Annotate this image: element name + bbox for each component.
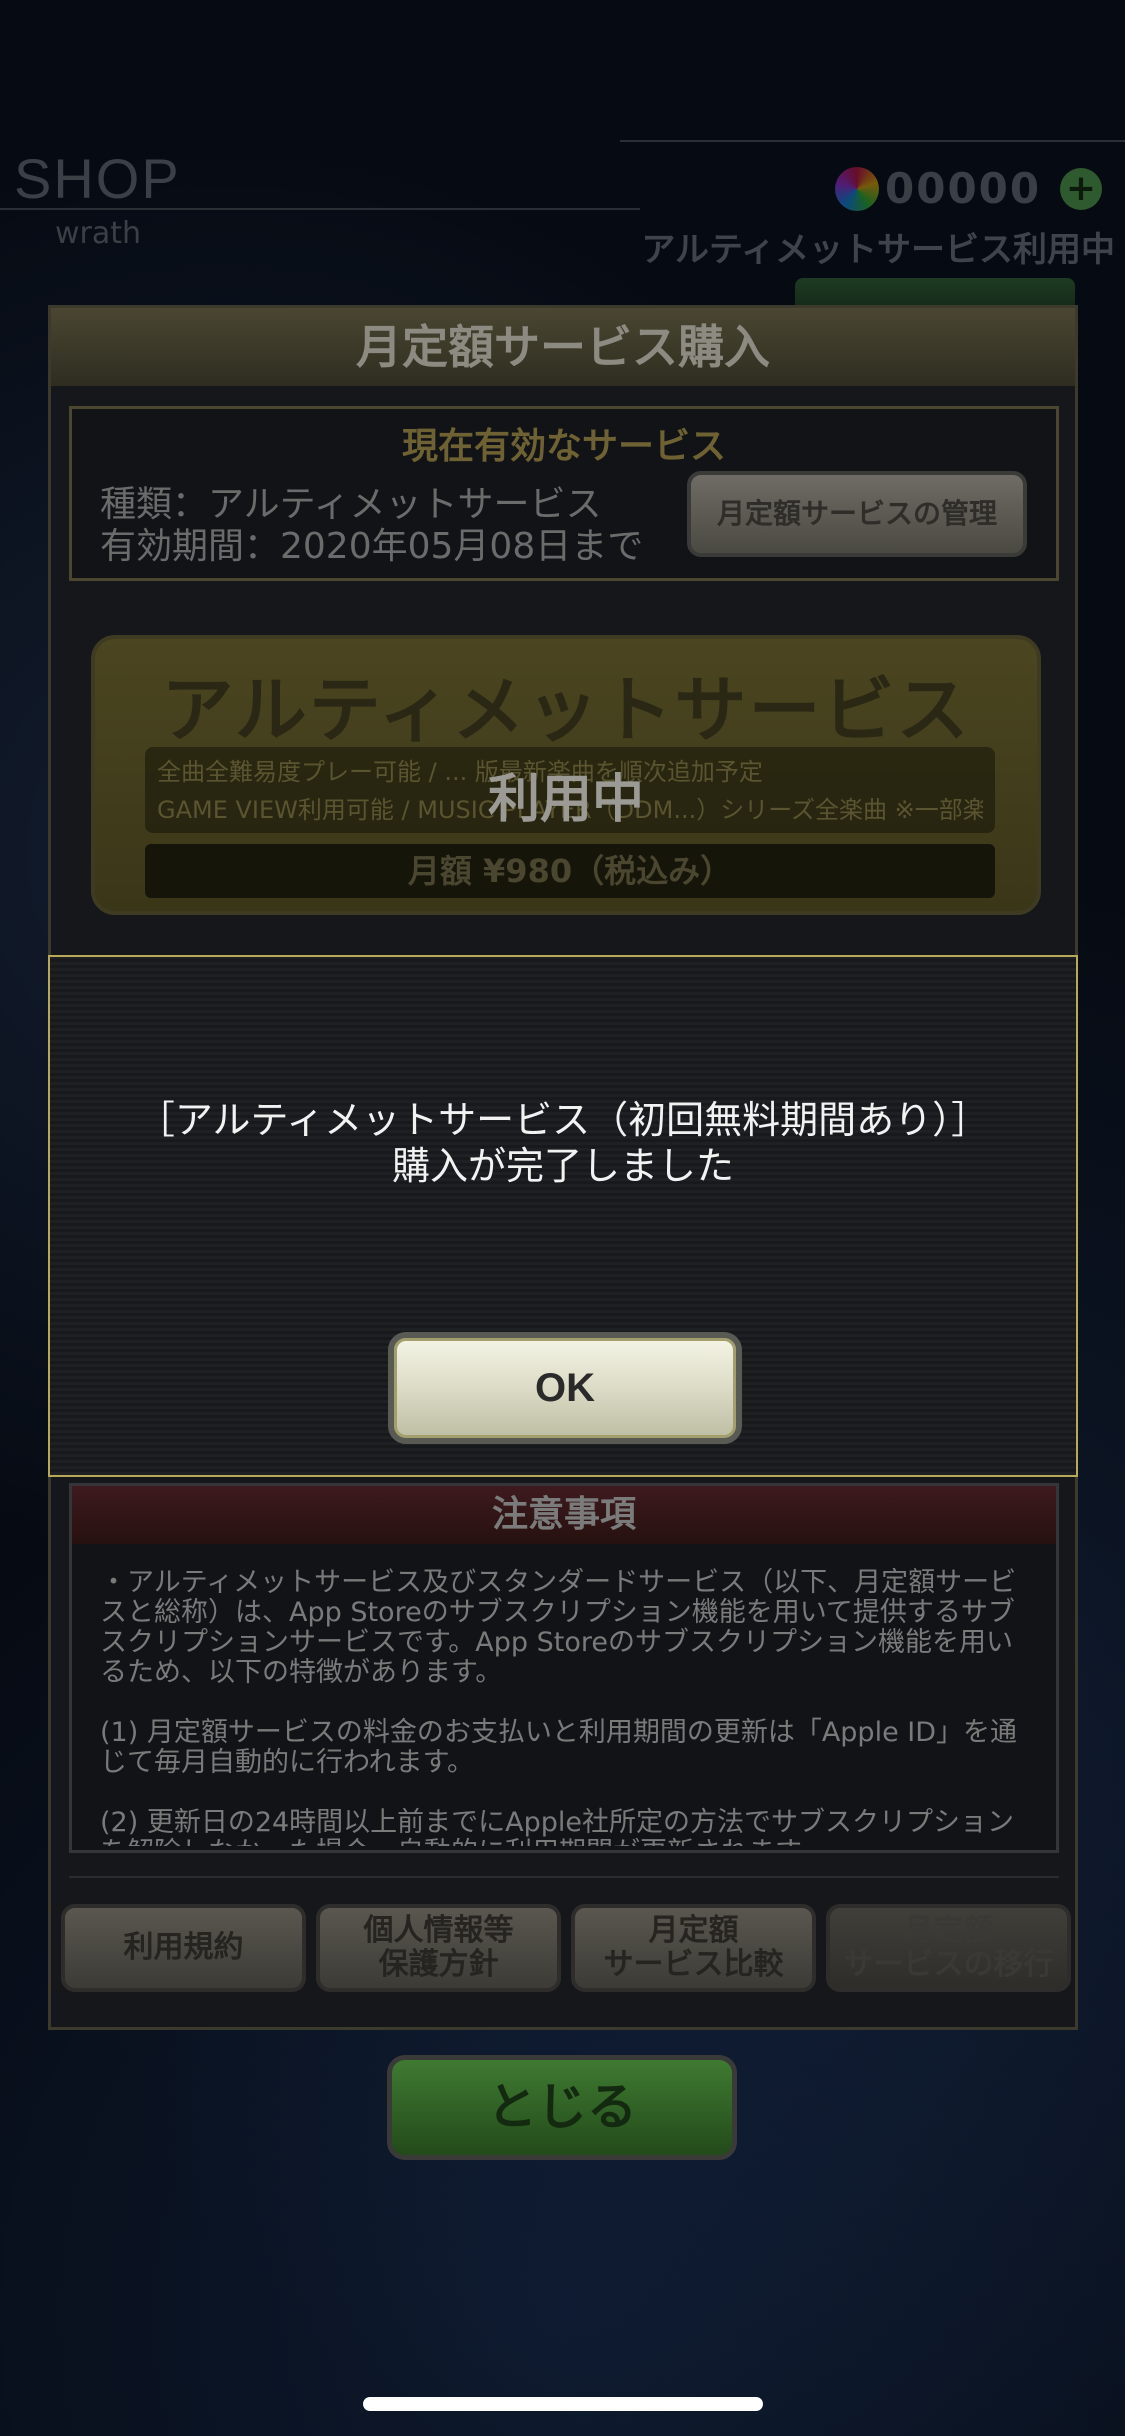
dialog-message-line1: ［アルティメットサービス（初回無料期間あり）］ <box>136 1098 990 1142</box>
active-service-heading: 現在有効なサービス <box>401 426 726 467</box>
purchase-complete-dialog: ［アルティメットサービス（初回無料期間あり）］ 購入が完了しました OK <box>48 955 1078 1477</box>
coin-count: 00000 <box>885 164 1042 213</box>
close-button[interactable]: とじる <box>387 2055 737 2160</box>
footer-divider <box>69 1876 1059 1878</box>
ultimate-service-title: アルティメットサービス <box>161 668 971 752</box>
notes-section: 注意事項 ・アルティメットサービス及びスタンダードサービス（以下、月定額サービス… <box>69 1483 1059 1853</box>
service-expiry: 有効期間：2020年05月08日まで <box>100 526 644 567</box>
ultimate-service-price: 月額 ¥980（税込み） <box>145 844 995 898</box>
active-service-box: 現在有効なサービス 種類：アルティメットサービス 有効期間：2020年05月08… <box>69 406 1059 581</box>
shop-subtitle: wrath <box>55 216 142 251</box>
dialog-message-line2: 購入が完了しました <box>391 1144 734 1188</box>
notes-paragraph: (1) 月定額サービスの料金のお支払いと利用期間の更新は「Apple ID」を通… <box>100 1717 1018 1778</box>
home-indicator[interactable] <box>363 2397 763 2411</box>
dialog-message: ［アルティメットサービス（初回無料期間あり）］ 購入が完了しました <box>50 1097 1076 1189</box>
notes-paragraph: ・アルティメットサービス及びスタンダードサービス（以下、月定額サービスと総称）は… <box>100 1568 1017 1688</box>
terms-button[interactable]: 利用規約 <box>61 1904 306 1992</box>
service-transfer-button[interactable]: 月定額 サービスの移行 <box>826 1904 1071 1992</box>
notes-body[interactable]: ・アルティメットサービス及びスタンダードサービス（以下、月定額サービスと総称）は… <box>100 1568 1035 1846</box>
add-coins-icon[interactable]: + <box>1060 168 1102 210</box>
shop-header: SHOP wrath 00000 + アルティメットサービス利用中 <box>0 130 1125 270</box>
ultimate-service-card[interactable]: アルティメットサービス 全曲全難易度プレー可能 / ... 版最新楽曲を順次追加… <box>91 635 1041 915</box>
ok-button[interactable]: OK <box>388 1332 742 1444</box>
manage-subscription-button[interactable]: 月定額サービスの管理 <box>687 471 1027 557</box>
notes-paragraph: (2) 更新日の24時間以上前までにApple社所定の方法でサブスクリプションを… <box>100 1807 1015 1847</box>
shop-title: SHOP <box>14 147 181 210</box>
coin-icon <box>835 167 879 211</box>
in-use-badge: 利用中 <box>487 770 644 830</box>
privacy-policy-button[interactable]: 個人情報等 保護方針 <box>316 1904 561 1992</box>
subscription-status: アルティメットサービス利用中 <box>641 230 1115 270</box>
notes-title: 注意事項 <box>72 1486 1056 1544</box>
header-status-area: 00000 + アルティメットサービス利用中 <box>620 140 1125 270</box>
header-divider <box>0 208 640 210</box>
service-comparison-button[interactable]: 月定額 サービス比較 <box>571 1904 816 1992</box>
panel-title: 月定額サービス購入 <box>51 308 1075 386</box>
